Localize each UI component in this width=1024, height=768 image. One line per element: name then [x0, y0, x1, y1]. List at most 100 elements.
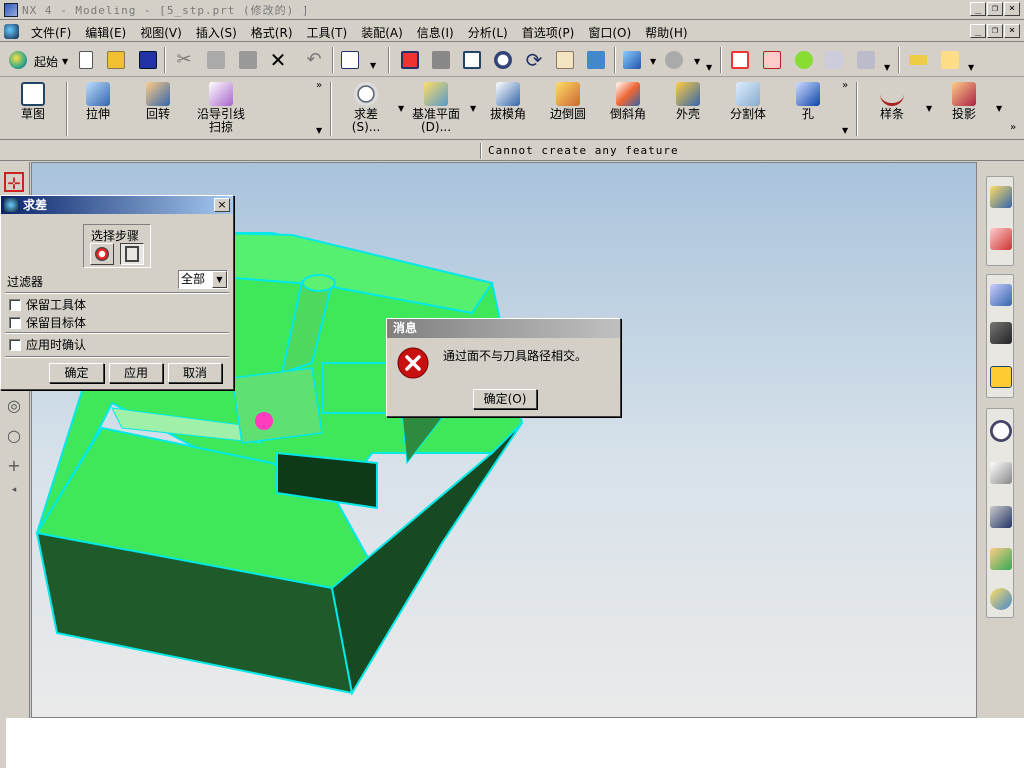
- crosshair-icon[interactable]: ✛: [4, 172, 24, 193]
- spline-button[interactable]: 样条: [862, 82, 922, 136]
- hole-button[interactable]: 孔: [778, 82, 838, 136]
- zoom-window-button[interactable]: [429, 48, 453, 72]
- message-ok-button[interactable]: 确定(O): [473, 389, 537, 409]
- palette-icon[interactable]: [990, 462, 1012, 484]
- dropdown-icon[interactable]: ▼: [996, 104, 1002, 113]
- open-button[interactable]: [104, 48, 128, 72]
- filter-select[interactable]: 全部 ▼: [178, 270, 228, 289]
- menu-tools[interactable]: 工具(T): [300, 24, 355, 41]
- save-button[interactable]: [136, 48, 160, 72]
- circle-icon[interactable]: ○: [4, 426, 24, 446]
- dropdown-icon[interactable]: ▼: [370, 61, 376, 70]
- subtract-dialog-close-button[interactable]: ×: [214, 198, 230, 212]
- filter-dropdown-arrow-icon[interactable]: ▼: [212, 271, 227, 288]
- tool-body-step-button[interactable]: [120, 243, 144, 265]
- training-icon[interactable]: [990, 322, 1012, 344]
- target-body-step-button[interactable]: [90, 243, 114, 265]
- assembly-navigator-icon[interactable]: [990, 186, 1012, 208]
- menu-window[interactable]: 窗口(O): [581, 24, 638, 41]
- menu-edit[interactable]: 编辑(E): [78, 24, 133, 41]
- revolve-button[interactable]: 回转: [128, 82, 188, 136]
- process-studio-icon[interactable]: [990, 506, 1012, 528]
- subtract-apply-button[interactable]: 应用: [109, 363, 163, 383]
- extrude-button[interactable]: 拉伸: [68, 82, 128, 136]
- constraint-button[interactable]: [760, 48, 784, 72]
- document-menu-icon[interactable]: [4, 24, 19, 39]
- sweep-along-guide-button[interactable]: 沿导引线 扫掠: [190, 82, 252, 136]
- keep-target-checkbox-box[interactable]: [9, 316, 21, 329]
- web-browser-icon[interactable]: [990, 284, 1012, 306]
- circle-point-icon[interactable]: ◎: [4, 396, 24, 416]
- menu-help[interactable]: 帮助(H): [638, 24, 694, 41]
- more-chevron-icon[interactable]: »: [842, 80, 848, 91]
- paste-button[interactable]: [236, 48, 260, 72]
- delete-button[interactable]: ✕: [266, 48, 290, 72]
- rotate-button[interactable]: ⟳: [522, 48, 546, 72]
- dropdown-icon[interactable]: ▼: [968, 63, 974, 72]
- close-button[interactable]: ×: [1004, 2, 1020, 16]
- keep-tool-checkbox-box[interactable]: [9, 298, 21, 311]
- view-orientation-button[interactable]: [662, 48, 686, 72]
- dropdown-icon[interactable]: ▼: [706, 63, 712, 72]
- subtract-ok-button[interactable]: 确定: [49, 363, 104, 383]
- menu-format[interactable]: 格式(R): [244, 24, 300, 41]
- confirm-on-apply-checkbox[interactable]: 应用时确认: [9, 336, 86, 353]
- perspective-button[interactable]: [584, 48, 608, 72]
- new-button[interactable]: [74, 48, 98, 72]
- history-clock-icon[interactable]: [990, 420, 1012, 442]
- fit-button[interactable]: [398, 48, 422, 72]
- project-button[interactable]: 投影: [934, 82, 994, 136]
- measure-angle-button[interactable]: [938, 48, 962, 72]
- pan-button[interactable]: [553, 48, 577, 72]
- keep-target-checkbox[interactable]: 保留目标体: [9, 314, 86, 331]
- shell-button[interactable]: 外壳: [658, 82, 718, 136]
- menu-view[interactable]: 视图(V): [133, 24, 189, 41]
- start-label[interactable]: 起始: [34, 53, 58, 70]
- menu-insert[interactable]: 插入(S): [189, 24, 244, 41]
- doc-close-button[interactable]: ×: [1004, 24, 1020, 38]
- roles-icon[interactable]: [990, 548, 1012, 570]
- zoom-button[interactable]: [491, 48, 515, 72]
- restore-button[interactable]: ❐: [987, 2, 1003, 16]
- zoom-area-button[interactable]: [460, 48, 484, 72]
- subtract-button[interactable]: 求差 (S)...: [336, 82, 396, 136]
- doc-restore-button[interactable]: ❐: [987, 24, 1003, 38]
- shaded-view-button[interactable]: [620, 48, 644, 72]
- scroll-left-icon[interactable]: ◂: [4, 480, 24, 500]
- point-button[interactable]: [792, 48, 816, 72]
- menu-file[interactable]: 文件(F): [24, 24, 78, 41]
- draft-button[interactable]: 拔模角: [478, 82, 538, 136]
- undo-button[interactable]: ↶: [302, 48, 326, 72]
- menu-assembly[interactable]: 装配(A): [354, 24, 410, 41]
- chamfer-button[interactable]: 倒斜角: [598, 82, 658, 136]
- copy-button[interactable]: [204, 48, 228, 72]
- cut-button[interactable]: ✂: [172, 48, 196, 72]
- menu-info[interactable]: 信息(I): [410, 24, 461, 41]
- selection-filter-button[interactable]: [338, 48, 362, 72]
- menu-preferences[interactable]: 首选项(P): [515, 24, 582, 41]
- nx-app-icon[interactable]: [4, 3, 18, 17]
- dropdown-icon[interactable]: ▼: [470, 104, 476, 113]
- doc-minimize-button[interactable]: _: [970, 24, 986, 38]
- measure-distance-button[interactable]: [906, 48, 930, 72]
- keep-tool-checkbox[interactable]: 保留工具体: [9, 296, 86, 313]
- dropdown-icon[interactable]: ▼: [316, 126, 322, 135]
- split-body-button[interactable]: 分割体: [718, 82, 778, 136]
- wcs-button[interactable]: [728, 48, 752, 72]
- subtract-dialog-titlebar[interactable]: 求差 ×: [1, 196, 233, 214]
- dropdown-icon[interactable]: ▼: [694, 57, 700, 66]
- dropdown-icon[interactable]: ▼: [650, 57, 656, 66]
- menu-analysis[interactable]: 分析(L): [461, 24, 515, 41]
- datum-plane-button[interactable]: 基准平面 (D)...: [406, 82, 466, 136]
- part-navigator-icon[interactable]: [990, 228, 1012, 250]
- confirm-on-apply-checkbox-box[interactable]: [9, 338, 21, 351]
- system-visualization-icon[interactable]: [990, 588, 1012, 610]
- snap2-button[interactable]: [854, 48, 878, 72]
- help-icon[interactable]: [990, 366, 1012, 388]
- more-chevron-icon[interactable]: »: [1010, 122, 1016, 133]
- snap-button[interactable]: [822, 48, 846, 72]
- more-chevron-icon[interactable]: »: [316, 80, 322, 91]
- plus-icon[interactable]: +: [4, 456, 24, 476]
- dropdown-icon[interactable]: ▼: [842, 126, 848, 135]
- minimize-button[interactable]: _: [970, 2, 986, 16]
